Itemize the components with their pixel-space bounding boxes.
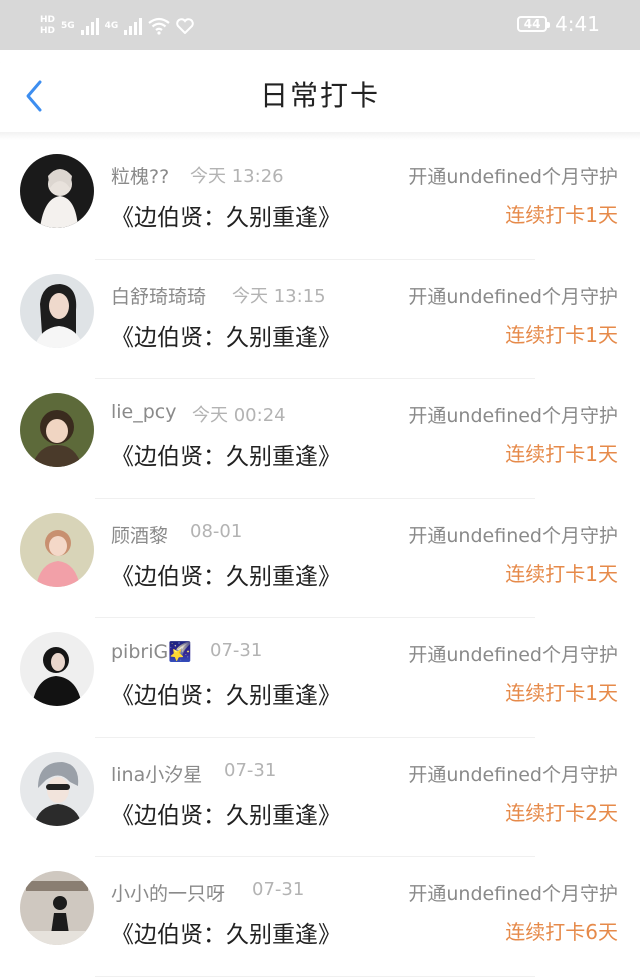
clock: 4:41 [555,12,600,36]
divider [95,975,535,977]
user-name[interactable]: lina小汐星 [111,760,202,787]
checkin-list: 粒槐?? 今天 13:26 《边伯贤：久别重逢》 开通undefined个月守护… [0,140,640,977]
page-title: 日常打卡 [259,79,380,112]
signal-icon [124,17,143,35]
book-title[interactable]: 《边伯贤：久别重逢》 [111,198,341,232]
header-divider [0,132,640,140]
avatar[interactable] [20,871,94,945]
list-item[interactable]: lie_pcy 今天 00:24 《边伯贤：久别重逢》 开通undefined个… [0,379,640,499]
avatar[interactable] [20,512,94,587]
streak-count: 连续打卡1天 [505,203,618,227]
list-item[interactable]: 小小的一只呀 07-31 《边伯贤：久别重逢》 开通undefined个月守护 … [0,857,640,977]
avatar[interactable] [20,751,94,826]
avatar[interactable] [20,273,94,348]
battery-level: 44 [523,17,541,31]
post-time: 今天 13:26 [190,166,284,187]
guard-text: 开通undefined个月守护 [408,883,618,905]
user-name[interactable]: 粒槐?? [111,162,169,189]
streak-count: 连续打卡1天 [505,561,618,586]
post-time: 07-31 [224,759,277,781]
status-bar: HD HD 5G 4G 44 4:41 [0,0,640,50]
signal-icon [80,17,99,35]
list-item[interactable]: 顾酒黎 08-01 《边伯贤：久别重逢》 开通undefined个月守护 连续打… [0,499,640,618]
sim1-type: 5G [61,20,75,31]
status-icons-left: HD HD 5G 4G [40,14,195,38]
user-name[interactable]: 白舒琦琦琦 [111,282,206,309]
book-title[interactable]: 《边伯贤：久别重逢》 [111,557,341,591]
list-item[interactable]: 白舒琦琦琦 今天 13:15 《边伯贤：久别重逢》 开通undefined个月守… [0,260,640,379]
guard-text: 开通undefined个月守护 [408,405,618,427]
sim2-type: 4G [104,20,119,31]
list-item[interactable]: 粒槐?? 今天 13:26 《边伯贤：久别重逢》 开通undefined个月守护… [0,140,640,260]
user-name[interactable]: lie_pcy [111,401,177,423]
book-title[interactable]: 《边伯贤：久别重逢》 [111,437,341,471]
list-item[interactable]: pibriG🌠 07-31 《边伯贤：久别重逢》 开通undefined个月守护… [0,618,640,738]
post-time: 07-31 [210,640,263,661]
list-item[interactable]: lina小汐星 07-31 《边伯贤：久别重逢》 开通undefined个月守护… [0,738,640,857]
guard-text: 开通undefined个月守护 [408,644,618,666]
streak-count: 连续打卡2天 [505,800,618,825]
user-name[interactable]: 顾酒黎 [111,521,168,548]
avatar[interactable] [20,154,94,228]
heart-icon [176,18,195,34]
book-title[interactable]: 《边伯贤：久别重逢》 [111,915,341,949]
post-time: 今天 00:24 [192,405,286,426]
guard-text: 开通undefined个月守护 [408,524,618,547]
guard-text: 开通undefined个月守护 [408,166,618,188]
streak-count: 连续打卡6天 [505,920,618,944]
avatar[interactable] [20,393,94,467]
book-title[interactable]: 《边伯贤：久别重逢》 [111,796,341,830]
book-title[interactable]: 《边伯贤：久别重逢》 [111,676,341,710]
hd-indicator: HD HD [40,16,55,36]
hd-label-bottom: HD [40,26,56,36]
battery-icon: 44 [517,16,551,32]
hd-label-top: HD [40,15,56,25]
post-time: 今天 13:15 [232,285,326,307]
streak-count: 连续打卡1天 [505,322,618,347]
nav-header: 日常打卡 [0,50,640,132]
user-name[interactable]: 小小的一只呀 [111,879,225,906]
user-name[interactable]: pibriG🌠 [111,640,192,663]
streak-count: 连续打卡1天 [505,681,618,705]
book-title[interactable]: 《边伯贤：久别重逢》 [111,318,341,352]
wifi-icon [148,17,171,35]
post-time: 07-31 [252,879,305,900]
streak-count: 连续打卡1天 [505,442,618,466]
avatar[interactable] [20,632,94,706]
guard-text: 开通undefined个月守护 [408,763,618,786]
status-icons-right: 44 4:41 [517,12,600,36]
guard-text: 开通undefined个月守护 [408,285,618,308]
post-time: 08-01 [190,520,243,542]
